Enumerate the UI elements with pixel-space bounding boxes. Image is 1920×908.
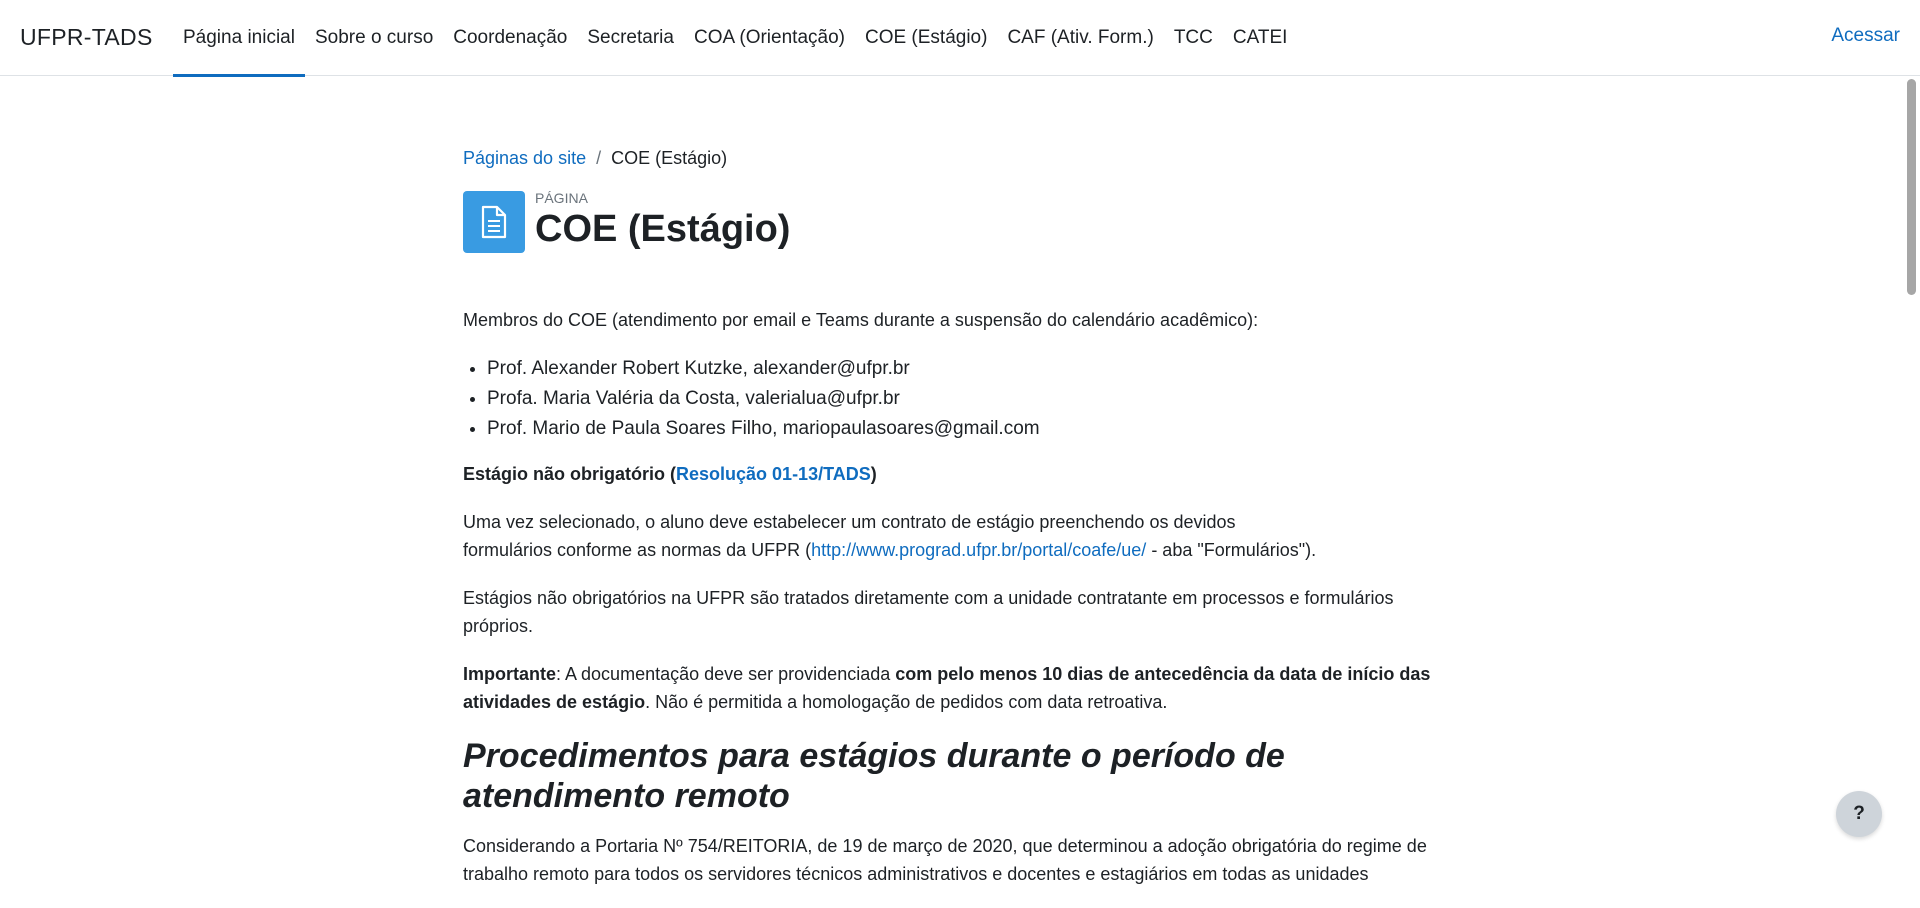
nonmandatory-paragraph: Estágios não obrigatórios na UFPR são tr… [463,588,1394,636]
contract-paragraph: Uma vez selecionado, o aluno deve estabe… [463,508,1433,564]
help-button[interactable]: ? [1836,791,1882,837]
login-link[interactable]: Acessar [1831,25,1900,47]
nav-item-catei[interactable]: CATEI [1223,0,1298,76]
nav-item-sobre-o-curso[interactable]: Sobre o curso [305,0,443,76]
site-brand[interactable]: UFPR-TADS [20,24,153,51]
list-item: Profa. Maria Valéria da Costa, valerialu… [487,384,1433,414]
page-scrollbar[interactable] [1903,76,1920,875]
page-header: PÁGINA COE (Estágio) [463,188,1433,258]
page-document-icon [463,191,525,253]
breadcrumb-current: COE (Estágio) [611,148,728,168]
page-title: COE (Estágio) [535,208,791,250]
important-end: . Não é permitida a homologação de pedid… [645,692,1168,712]
breadcrumb-parent-link[interactable]: Páginas do site [463,148,586,169]
nav-item-caf[interactable]: CAF (Ativ. Form.) [997,0,1163,76]
nav-item-coe[interactable]: COE (Estágio) [855,0,997,76]
list-item: Prof. Mario de Paula Soares Filho, mario… [487,414,1433,444]
page-content: Membros do COE (atendimento por email e … [463,306,1433,888]
members-intro: Membros do COE (atendimento por email e … [463,310,1259,330]
nonmandatory-heading: Estágio não obrigatório (Resolução 01-13… [463,460,1433,488]
list-item: Prof. Alexander Robert Kutzke, alexander… [487,354,1433,384]
scrollbar-thumb[interactable] [1907,79,1916,295]
nonmandatory-heading-post: ) [870,464,877,484]
prograd-link[interactable]: http://www.prograd.ufpr.br/portal/coafe/… [811,540,1146,560]
contract-line-2-post: - aba "Formulários"). [1146,540,1317,560]
nav-item-tcc[interactable]: TCC [1164,0,1223,76]
nonmandatory-heading-pre: Estágio não obrigatório ( [463,464,677,484]
important-paragraph: Importante: A documentação deve ser prov… [463,660,1433,716]
members-list: Prof. Alexander Robert Kutzke, alexander… [463,354,1433,444]
important-label: Importante [463,664,557,684]
breadcrumb: Páginas do site / COE (Estágio) [463,148,1433,169]
remote-procedures-heading: Procedimentos para estágios durante o pe… [463,737,1285,815]
main-region: Páginas do site / COE (Estágio) PÁGINA C… [463,76,1433,908]
resolution-link[interactable]: Resolução 01-13/TADS [676,464,871,484]
nav-item-coordenacao[interactable]: Coordenação [443,0,577,76]
top-navbar: UFPR-TADS Página inicial Sobre o curso C… [0,0,1920,77]
contract-line-2-pre: formulários conforme as normas da UFPR ( [463,540,812,560]
primary-navigation: Página inicial Sobre o curso Coordenação… [173,0,1298,77]
nav-item-secretaria[interactable]: Secretaria [577,0,684,76]
page-kind-label: PÁGINA [535,190,588,206]
nav-item-pagina-inicial[interactable]: Página inicial [173,0,305,77]
contract-line-1: Uma vez selecionado, o aluno deve estabe… [463,512,1236,532]
page-header-text: PÁGINA COE (Estágio) [535,188,790,251]
nav-item-coa[interactable]: COA (Orientação) [684,0,855,76]
portaria-paragraph: Considerando a Portaria Nº 754/REITORIA,… [463,836,1427,884]
important-text: : A documentação deve ser providenciada [556,664,896,684]
breadcrumb-separator: / [596,148,602,168]
